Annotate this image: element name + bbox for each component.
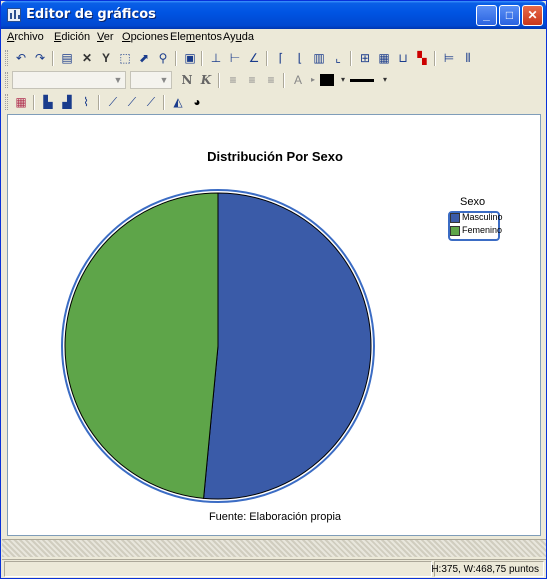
- menu-ayuda[interactable]: Ayuda: [223, 31, 254, 43]
- toolbar-separator: [350, 51, 352, 66]
- legend-label-femenino: Femenino: [462, 225, 503, 235]
- legend-label-masculino: Masculino: [462, 212, 503, 222]
- area-chart-icon[interactable]: ◭: [169, 94, 187, 110]
- status-bar: H:375, W:468,75 puntos: [2, 559, 546, 578]
- properties-icon[interactable]: ▤: [58, 50, 76, 66]
- font-family-select[interactable]: ▼: [12, 71, 126, 89]
- chart-editor-window: Editor de gráficos _ □ ✕ Archivo Edición…: [0, 0, 547, 579]
- toolbar-grip[interactable]: [5, 72, 8, 88]
- toolbar-separator: [266, 51, 268, 66]
- redo-icon[interactable]: ↷: [31, 50, 49, 66]
- fill-color-icon[interactable]: [320, 74, 334, 86]
- align-left-icon[interactable]: ≡: [224, 72, 242, 88]
- menu-opciones[interactable]: Opciones: [122, 31, 168, 43]
- status-cell: [4, 561, 432, 577]
- menu-bar: Archivo Edición Ver Opciones Elementos A…: [2, 29, 546, 47]
- pie-chart-icon[interactable]: ◕: [188, 94, 206, 110]
- chevron-down-icon[interactable]: ▾: [376, 72, 394, 88]
- multi-line-icon[interactable]: ⟋: [123, 94, 141, 110]
- subtitle-icon[interactable]: ⌊: [291, 50, 309, 66]
- pie-slice-masculino[interactable]: [203, 192, 372, 500]
- lasso-icon[interactable]: ⚲: [154, 50, 172, 66]
- legend-swatch-femenino: [450, 226, 460, 236]
- legend-icon[interactable]: ▥: [310, 50, 328, 66]
- menu-elementos[interactable]: Elementos: [170, 31, 222, 43]
- data-labels-icon[interactable]: ▚: [413, 50, 431, 66]
- chevron-down-icon: ▼: [159, 75, 169, 85]
- status-size-cell: H:375, W:468,75 puntos: [431, 561, 544, 577]
- toolbar-separator: [434, 51, 436, 66]
- line-style-icon[interactable]: [350, 79, 374, 82]
- align-right-icon[interactable]: ≡: [262, 72, 280, 88]
- minimize-button[interactable]: _: [476, 5, 497, 26]
- toolbar-separator: [201, 51, 203, 66]
- menu-ver[interactable]: Ver: [97, 31, 114, 43]
- gridlines-icon[interactable]: ⊞: [356, 50, 374, 66]
- pie-chart[interactable]: [60, 188, 376, 504]
- italic-button[interactable]: K: [197, 72, 215, 88]
- toolbar-separator: [33, 95, 35, 110]
- x-axis-icon[interactable]: ⊥: [207, 50, 225, 66]
- bar-outline-icon[interactable]: ⊔: [394, 50, 412, 66]
- table-icon[interactable]: ▦: [375, 50, 393, 66]
- edit-toolbar: ↶ ↷ ▤ ✕ Y ⬚ ⬈ ⚲ ▣ ⊥ ⊢ ∠ ⌈ ⌊ ▥ ⌞ ⊞ ▦ ⊔ ▚ …: [2, 47, 507, 69]
- title-bar[interactable]: Editor de gráficos _ □ ✕: [1, 1, 546, 29]
- close-button[interactable]: ✕: [522, 5, 543, 26]
- filter-icon[interactable]: Y: [97, 50, 115, 66]
- bar-chart-icon[interactable]: ▙: [39, 94, 57, 110]
- toolbar-grip[interactable]: [5, 94, 8, 110]
- delete-icon[interactable]: ✕: [78, 50, 96, 66]
- font-size-select[interactable]: ▼: [130, 71, 172, 89]
- toolbar-separator: [218, 73, 220, 88]
- legend-title[interactable]: Sexo: [460, 196, 485, 208]
- chart-size-readout: H:375, W:468,75 puntos: [431, 564, 539, 575]
- angle-axis-icon[interactable]: ∠: [245, 50, 263, 66]
- chart-title[interactable]: Distribución Por Sexo: [8, 149, 542, 164]
- line-icon[interactable]: ⟋: [104, 94, 122, 110]
- data-table-icon[interactable]: ▦: [12, 94, 30, 110]
- select-icon[interactable]: ⬚: [116, 50, 134, 66]
- chart-frame-icon[interactable]: ▣: [181, 50, 199, 66]
- maximize-button[interactable]: □: [499, 5, 520, 26]
- window-title: Editor de gráficos: [26, 7, 156, 22]
- toolbar-separator: [52, 51, 54, 66]
- line-chart-icon[interactable]: ⌇: [77, 94, 95, 110]
- legend-swatch-masculino: [450, 213, 460, 223]
- toolbar-separator: [175, 51, 177, 66]
- align-center-icon[interactable]: ≡: [243, 72, 261, 88]
- chart-canvas[interactable]: Distribución Por Sexo Sexo Masculino Fem…: [7, 114, 541, 536]
- area-line-icon[interactable]: ⟋: [142, 94, 160, 110]
- align-icon[interactable]: ⊨: [440, 50, 458, 66]
- bold-button[interactable]: N: [178, 72, 196, 88]
- y-axis-icon[interactable]: ⊢: [226, 50, 244, 66]
- toolbar-separator: [98, 95, 100, 110]
- chart-type-toolbar: ▦ ▙ ▟ ⌇ ⟋ ⟋ ⟋ ◭ ◕: [2, 91, 224, 113]
- toolbar-grip[interactable]: [5, 50, 8, 66]
- toolbar-separator: [283, 73, 285, 88]
- format-toolbar: ▼ ▼ N K ≡ ≡ ≡ A ▸ ▾ ▾: [2, 69, 394, 91]
- menu-edicion[interactable]: Edición: [54, 31, 90, 43]
- canvas-border-area: [2, 539, 546, 557]
- chevron-down-icon: ▼: [113, 75, 123, 85]
- pie-slice-femenino[interactable]: [64, 192, 219, 499]
- resize-icon[interactable]: ⬈: [135, 50, 153, 66]
- title-icon[interactable]: ⌈: [272, 50, 290, 66]
- chart-footnote[interactable]: Fuente: Elaboración propia: [8, 511, 542, 523]
- chart-editor-icon: [7, 8, 21, 22]
- bars-icon[interactable]: ⫴: [459, 50, 477, 66]
- undo-icon[interactable]: ↶: [12, 50, 30, 66]
- menu-archivo[interactable]: Archivo: [7, 31, 44, 43]
- grouped-bar-icon[interactable]: ▟: [58, 94, 76, 110]
- toolbar-separator: [163, 95, 165, 110]
- footnote-icon[interactable]: ⌞: [329, 50, 347, 66]
